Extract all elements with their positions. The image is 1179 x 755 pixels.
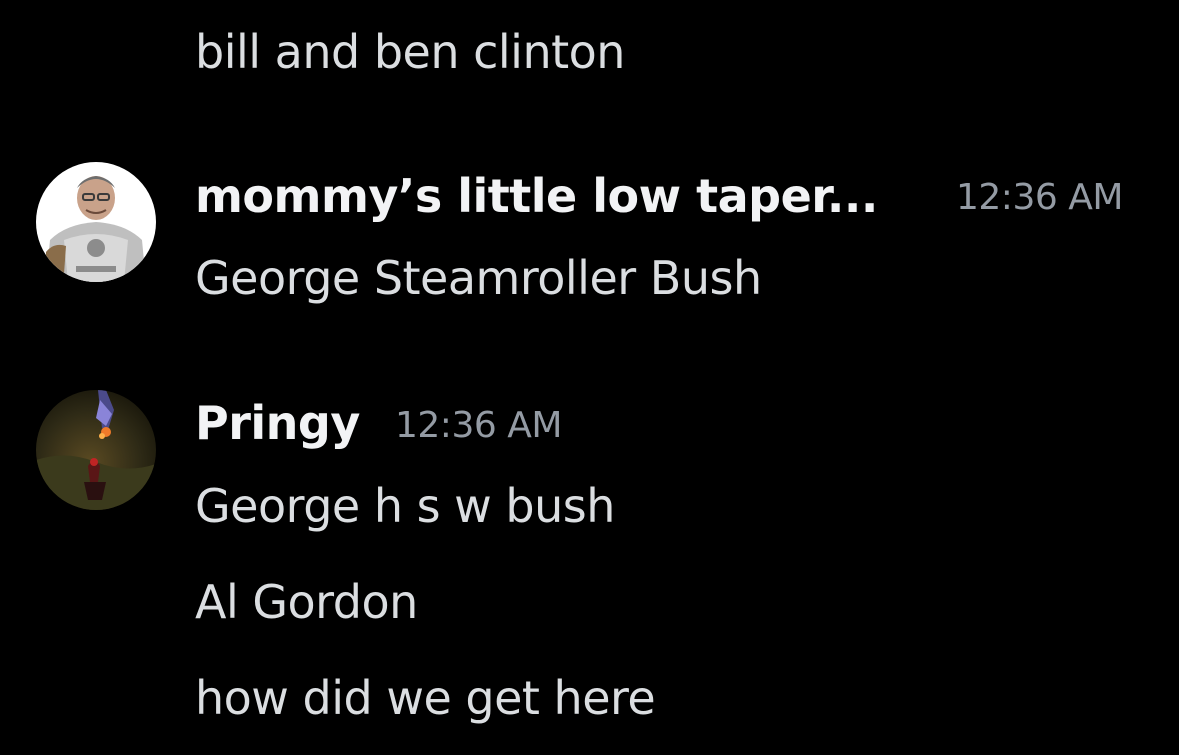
chat-message-list: bill and ben clinton mommy’s little low … <box>0 0 1179 755</box>
author-name[interactable]: mommy’s little low taper... <box>195 173 878 219</box>
message-text: Al Gordon <box>195 575 418 629</box>
message-text: George h s w bush <box>195 479 615 533</box>
armored-character-avatar-icon <box>36 162 156 282</box>
message-text: bill and ben clinton <box>195 25 625 79</box>
user-avatar[interactable] <box>36 390 156 510</box>
message-timestamp: 12:36 AM <box>956 177 1123 218</box>
author-name[interactable]: Pringy <box>195 400 360 446</box>
game-scene-avatar-icon <box>36 390 156 510</box>
message-text: George Steamroller Bush <box>195 251 762 305</box>
message-timestamp: 12:36 AM <box>395 405 562 446</box>
message-text: how did we get here <box>195 671 656 725</box>
user-avatar[interactable] <box>36 162 156 282</box>
